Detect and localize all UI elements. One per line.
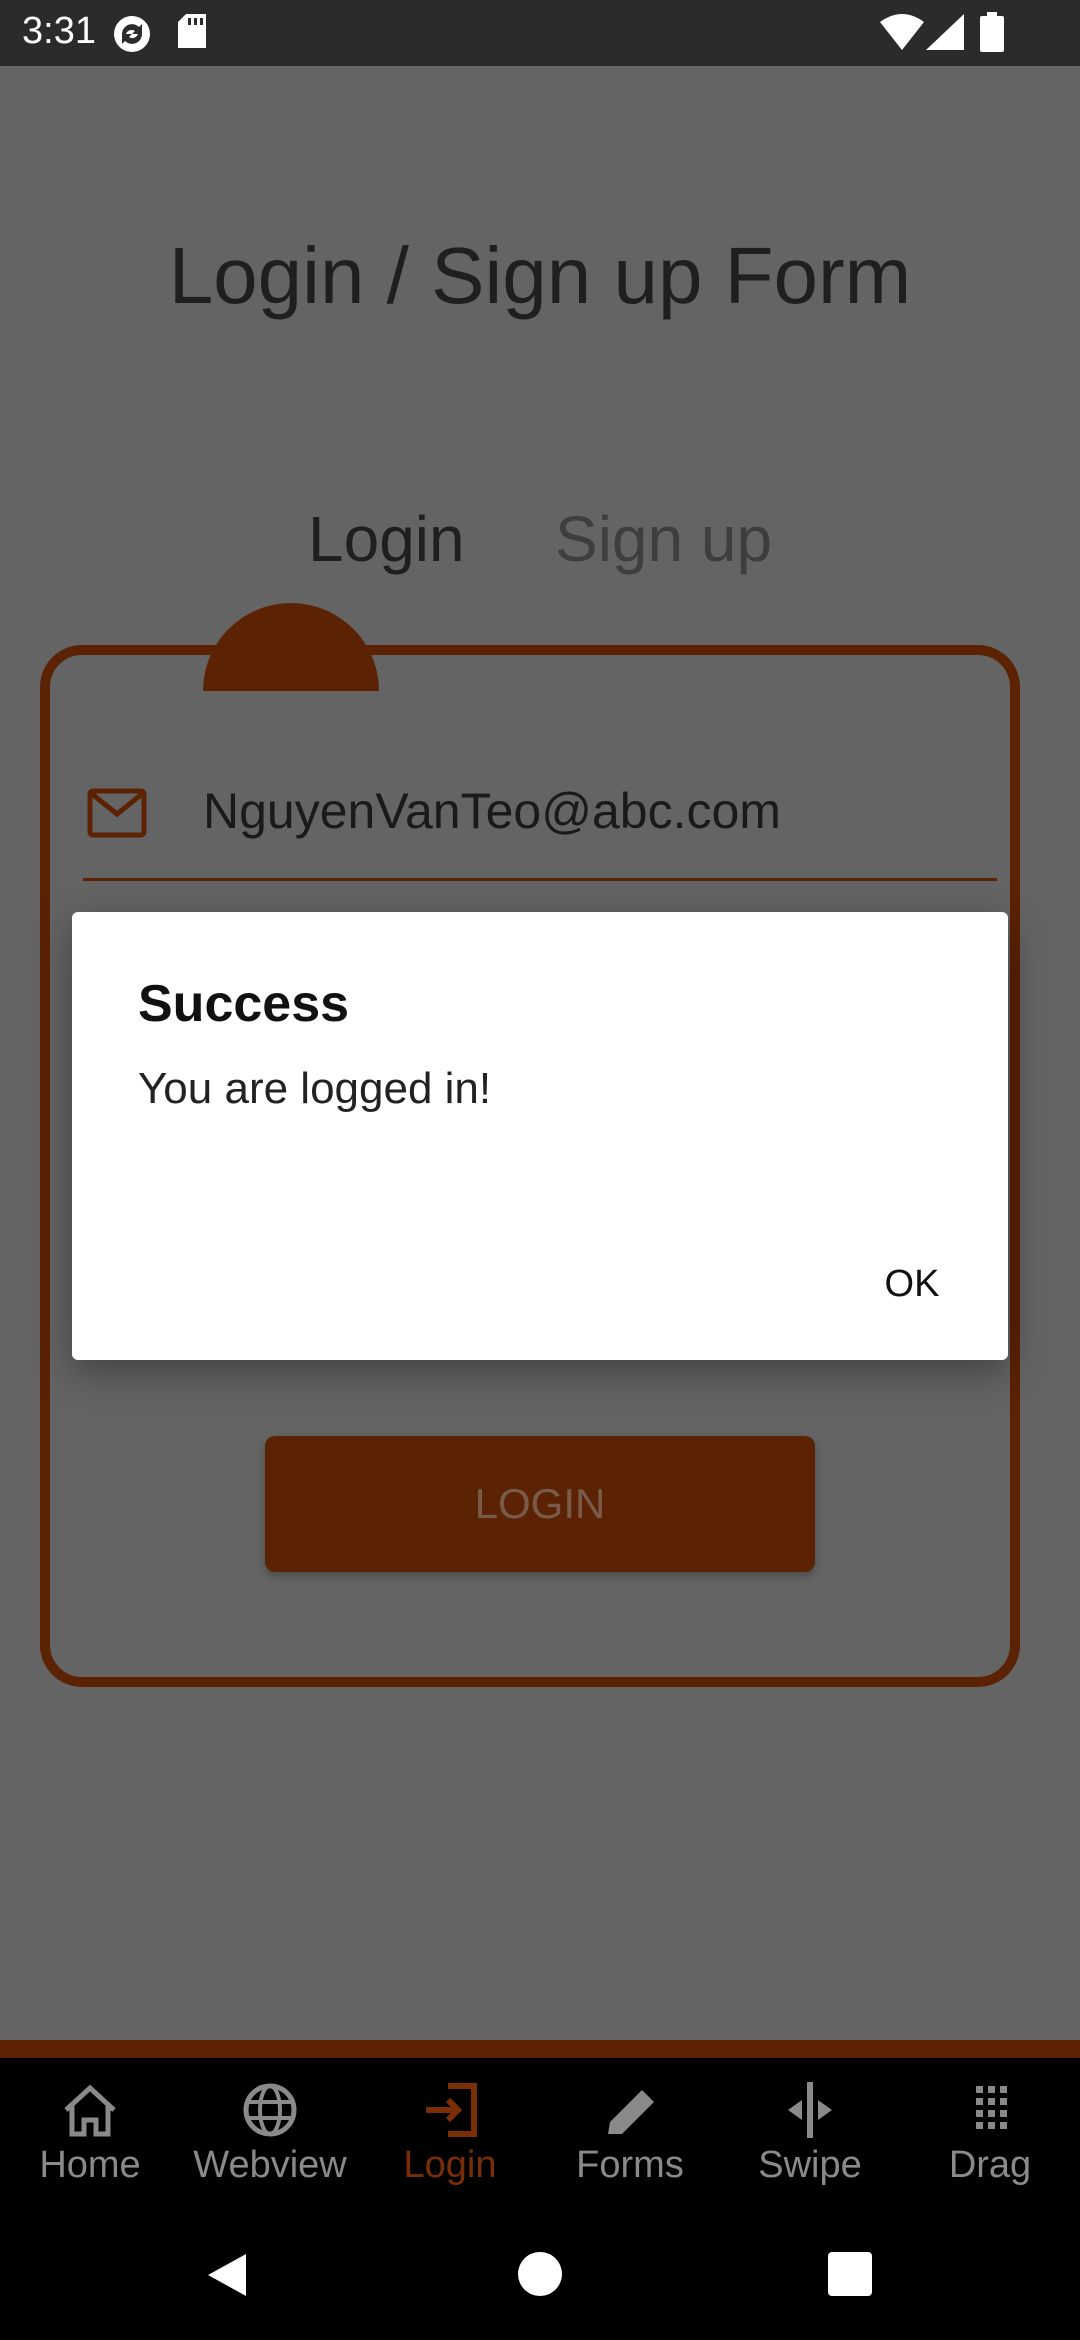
email-underline — [83, 878, 997, 881]
nav-label-swipe: Swipe — [758, 2144, 862, 2186]
pencil-icon — [608, 2090, 654, 2134]
nav-label-webview: Webview — [193, 2144, 347, 2186]
wifi-icon — [880, 14, 924, 55]
login-icon — [426, 2083, 477, 2137]
home-circle-icon[interactable] — [516, 2250, 564, 2303]
nav-label-forms: Forms — [576, 2144, 684, 2186]
email-icon — [87, 788, 147, 843]
drag-grid-icon — [976, 2086, 1007, 2129]
nav-label-home: Home — [39, 2144, 141, 2186]
success-dialog: Success You are logged in! OK — [72, 912, 1008, 1360]
nav-item-swipe[interactable]: Swipe — [720, 2070, 900, 2230]
page-title: Login / Sign up Form — [168, 231, 912, 320]
sd-card-icon — [178, 14, 208, 55]
recents-icon[interactable] — [828, 2252, 872, 2301]
login-button[interactable]: LOGIN — [265, 1436, 815, 1572]
dialog-message: You are logged in! — [138, 1064, 492, 1113]
tab-signup[interactable]: Sign up — [555, 502, 772, 576]
nav-item-home[interactable]: Home — [0, 2070, 180, 2230]
globe-icon — [243, 2083, 297, 2137]
tab-login[interactable]: Login — [308, 502, 465, 576]
signal-icon — [926, 14, 964, 55]
swipe-icon — [788, 2082, 832, 2138]
nav-accent-bar — [0, 2040, 1080, 2058]
back-icon[interactable] — [202, 2250, 252, 2305]
dialog-title: Success — [138, 975, 350, 1033]
nav-label-drag: Drag — [948, 2144, 1032, 2186]
status-time: 3:31 — [22, 10, 96, 52]
battery-icon — [980, 12, 1004, 57]
home-icon — [64, 2084, 116, 2137]
ok-button[interactable]: OK — [842, 1242, 982, 1326]
nav-label-login: Login — [403, 2144, 497, 2186]
sync-icon — [110, 14, 154, 59]
nav-item-webview[interactable]: Webview — [180, 2070, 360, 2230]
nav-item-drag[interactable]: Drag — [900, 2070, 1080, 2230]
email-field[interactable]: NguyenVanTeo@abc.com — [203, 782, 781, 840]
nav-item-login[interactable]: Login — [360, 2070, 540, 2230]
nav-item-forms[interactable]: Forms — [540, 2070, 720, 2230]
